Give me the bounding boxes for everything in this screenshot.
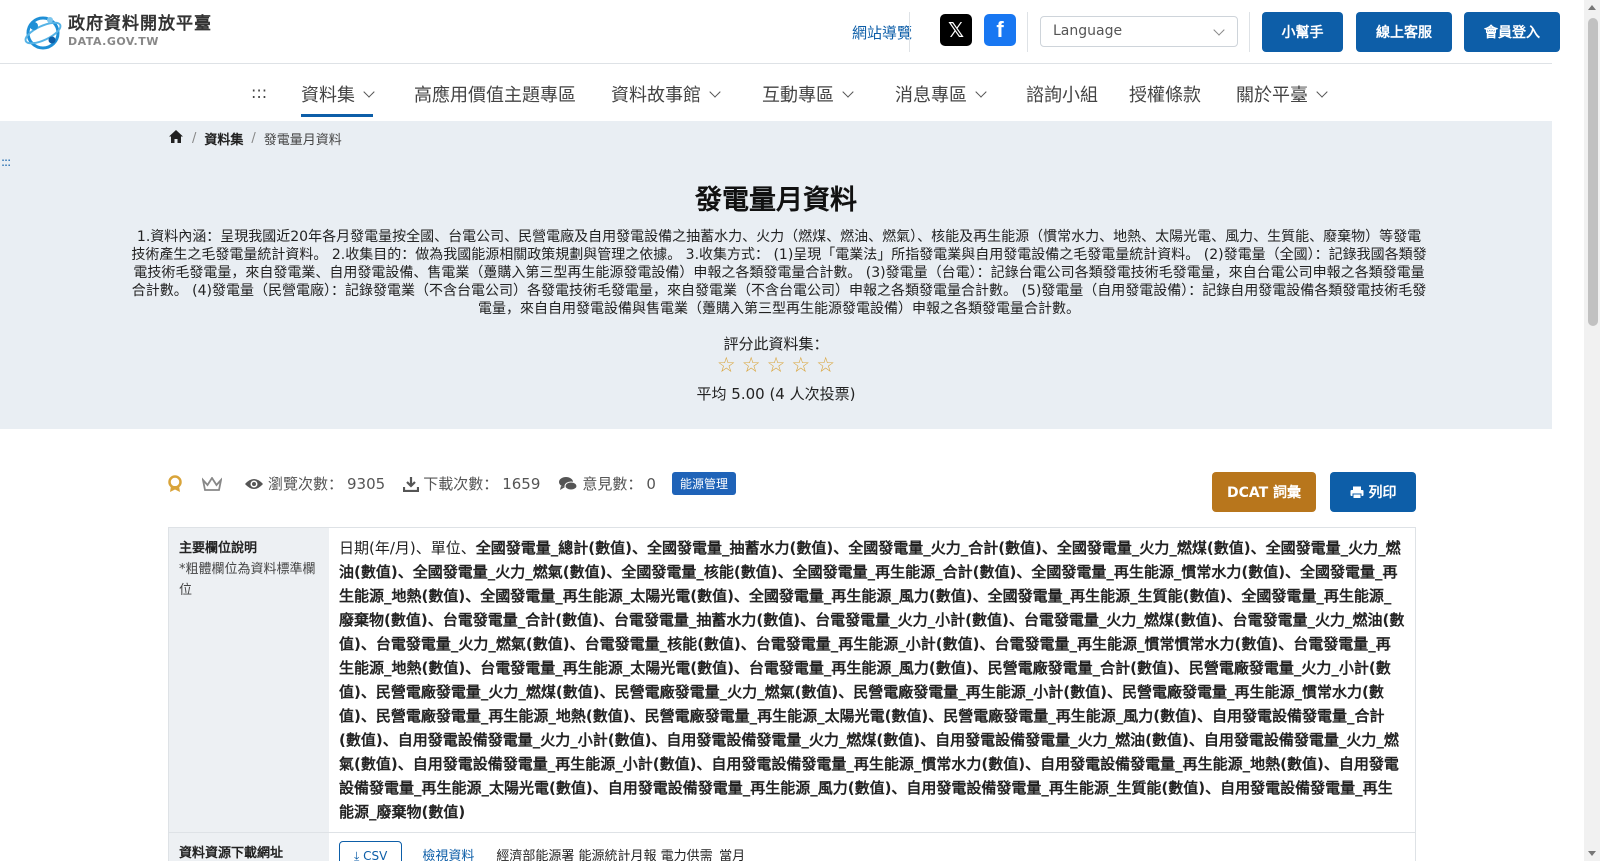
logo-icon <box>22 10 64 52</box>
dataset-stats: 瀏覽次數： 9305 下載次數： 1659 意見數： 0 能源管理 <box>168 472 736 495</box>
nav-item-interactive[interactable]: 互動專區 <box>762 81 854 107</box>
comments-icon <box>558 476 578 492</box>
dataset-description: 1.資料內涵：呈現我國近20年各月發電量按全國、台電公司、民營電廠及自用發電設備… <box>131 229 1427 317</box>
scroll-down-arrow-icon[interactable] <box>1588 851 1596 856</box>
language-select[interactable]: Language <box>1040 16 1238 47</box>
nav-item-high-value[interactable]: 高應用價值主題專區 <box>414 81 576 107</box>
site-logo[interactable]: 政府資料開放平臺 DATA.GOV.TW <box>22 10 212 52</box>
member-login-button[interactable]: 會員登入 <box>1464 12 1560 52</box>
divider <box>1027 12 1028 52</box>
x-twitter-icon[interactable]: 𝕏 <box>940 14 972 46</box>
dcat-button[interactable]: DCAT 詞彙 <box>1212 472 1316 512</box>
category-badge[interactable]: 能源管理 <box>671 472 736 495</box>
comments-count: 0 <box>646 474 656 493</box>
dataset-info-table: 主要欄位說明 *粗體欄位為資料標準欄位 日期(年/月)、單位、全國發電量_總計(… <box>168 527 1416 861</box>
row-header: 主要欄位說明 *粗體欄位為資料標準欄位 <box>169 528 329 832</box>
language-select-value: Language <box>1053 23 1123 39</box>
download-label: 資料資源下載網址 <box>179 846 284 861</box>
page-title: 發電量月資料 <box>695 185 857 216</box>
rating-stars[interactable]: ☆ ☆ ☆ ☆ ☆ <box>0 355 1552 376</box>
scroll-up-arrow-icon[interactable] <box>1588 5 1596 10</box>
row-header: 資料資源下載網址 <box>169 833 329 861</box>
comments-label: 意見數： <box>582 475 643 493</box>
nav-item-datasets[interactable]: 資料集 <box>301 81 375 117</box>
dataset-hero: / 資料集 / 發電量月資料 ::: 發電量月資料 1.資料內涵：呈現我國近20… <box>0 121 1552 429</box>
chevron-down-icon <box>1316 86 1328 98</box>
downloads-count: 1659 <box>502 474 541 493</box>
page-scrollbar[interactable] <box>1584 0 1600 861</box>
help-button[interactable]: 小幫手 <box>1262 12 1343 52</box>
star-icon[interactable]: ☆ <box>717 355 736 376</box>
star-icon[interactable]: ☆ <box>742 355 761 376</box>
divider <box>909 12 910 52</box>
home-icon[interactable] <box>168 129 184 148</box>
download-icon <box>403 476 420 492</box>
downloads-label: 下載次數： <box>423 475 499 493</box>
rate-label: 評分此資料集： <box>723 335 829 353</box>
site-header: 政府資料開放平臺 DATA.GOV.TW 網站導覽 𝕏 f Language 小… <box>0 0 1560 64</box>
printer-icon <box>1350 486 1364 499</box>
nav-item-news[interactable]: 消息專區 <box>895 81 987 107</box>
fields-label: 主要欄位說明 <box>179 541 258 556</box>
side-accesskey-anchor[interactable]: ::: <box>1 155 11 169</box>
logo-title: 政府資料開放平臺 <box>68 13 212 34</box>
breadcrumb-current: 發電量月資料 <box>263 133 342 148</box>
views-label: 瀏覽次數： <box>268 475 344 493</box>
breadcrumb-datasets[interactable]: 資料集 <box>204 129 243 148</box>
scrollbar-thumb[interactable] <box>1588 18 1598 326</box>
resource-description: 經濟部能源署 能源統計月報 電力供需_當月 <box>496 849 746 861</box>
facebook-icon[interactable]: f <box>984 14 1016 46</box>
fields-plain: 日期(年/月)、單位、 <box>339 539 476 557</box>
main-nav: ::: 資料集 高應用價值主題專區 資料故事館 互動專區 消息專區 諮詢小組 授… <box>0 65 1552 121</box>
views-count: 9305 <box>347 474 386 493</box>
eye-icon <box>244 477 264 491</box>
crown-icon <box>202 476 222 491</box>
breadcrumb: / 資料集 / 發電量月資料 <box>168 129 342 148</box>
star-icon[interactable]: ☆ <box>767 355 786 376</box>
chevron-down-icon <box>709 86 721 98</box>
table-row: 主要欄位說明 *粗體欄位為資料標準欄位 日期(年/月)、單位、全國發電量_總計(… <box>169 528 1415 833</box>
nav-item-about[interactable]: 關於平臺 <box>1236 81 1328 107</box>
print-button[interactable]: 列印 <box>1330 472 1416 512</box>
chevron-down-icon <box>975 86 987 98</box>
site-map-link[interactable]: 網站導覽 <box>852 22 912 43</box>
chevron-down-icon <box>363 86 375 98</box>
medal-icon <box>168 474 182 493</box>
print-label: 列印 <box>1368 485 1397 501</box>
average-rating: 平均 5.00 (4 人次投票) <box>696 385 856 403</box>
nav-item-advisory[interactable]: 諮詢小組 <box>1026 81 1098 107</box>
download-value: ⤓ CSV 檢視資料 經濟部能源署 能源統計月報 電力供需_當月 <box>329 833 1415 861</box>
star-icon[interactable]: ☆ <box>791 355 810 376</box>
fields-note: *粗體欄位為資料標準欄位 <box>179 562 316 598</box>
fields-bold: 全國發電量_總計(數值)、全國發電量_抽蓄水力(數值)、全國發電量_火力_合計(… <box>339 539 1405 821</box>
csv-download-button[interactable]: ⤓ CSV <box>339 841 403 861</box>
chevron-down-icon <box>1213 24 1225 36</box>
nav-item-data-stories[interactable]: 資料故事館 <box>611 81 721 107</box>
divider <box>1249 12 1250 52</box>
preview-link[interactable]: 檢視資料 <box>422 849 474 861</box>
fields-value: 日期(年/月)、單位、全國發電量_總計(數值)、全國發電量_抽蓄水力(數值)、全… <box>329 528 1415 832</box>
accesskey-anchor[interactable]: ::: <box>251 83 267 102</box>
online-service-button[interactable]: 線上客服 <box>1356 12 1452 52</box>
nav-item-license[interactable]: 授權條款 <box>1129 81 1201 107</box>
star-icon[interactable]: ☆ <box>816 355 835 376</box>
table-row: 資料資源下載網址 ⤓ CSV 檢視資料 經濟部能源署 能源統計月報 電力供需_當月 <box>169 833 1415 861</box>
logo-subtitle: DATA.GOV.TW <box>68 34 159 48</box>
chevron-down-icon <box>842 86 854 98</box>
